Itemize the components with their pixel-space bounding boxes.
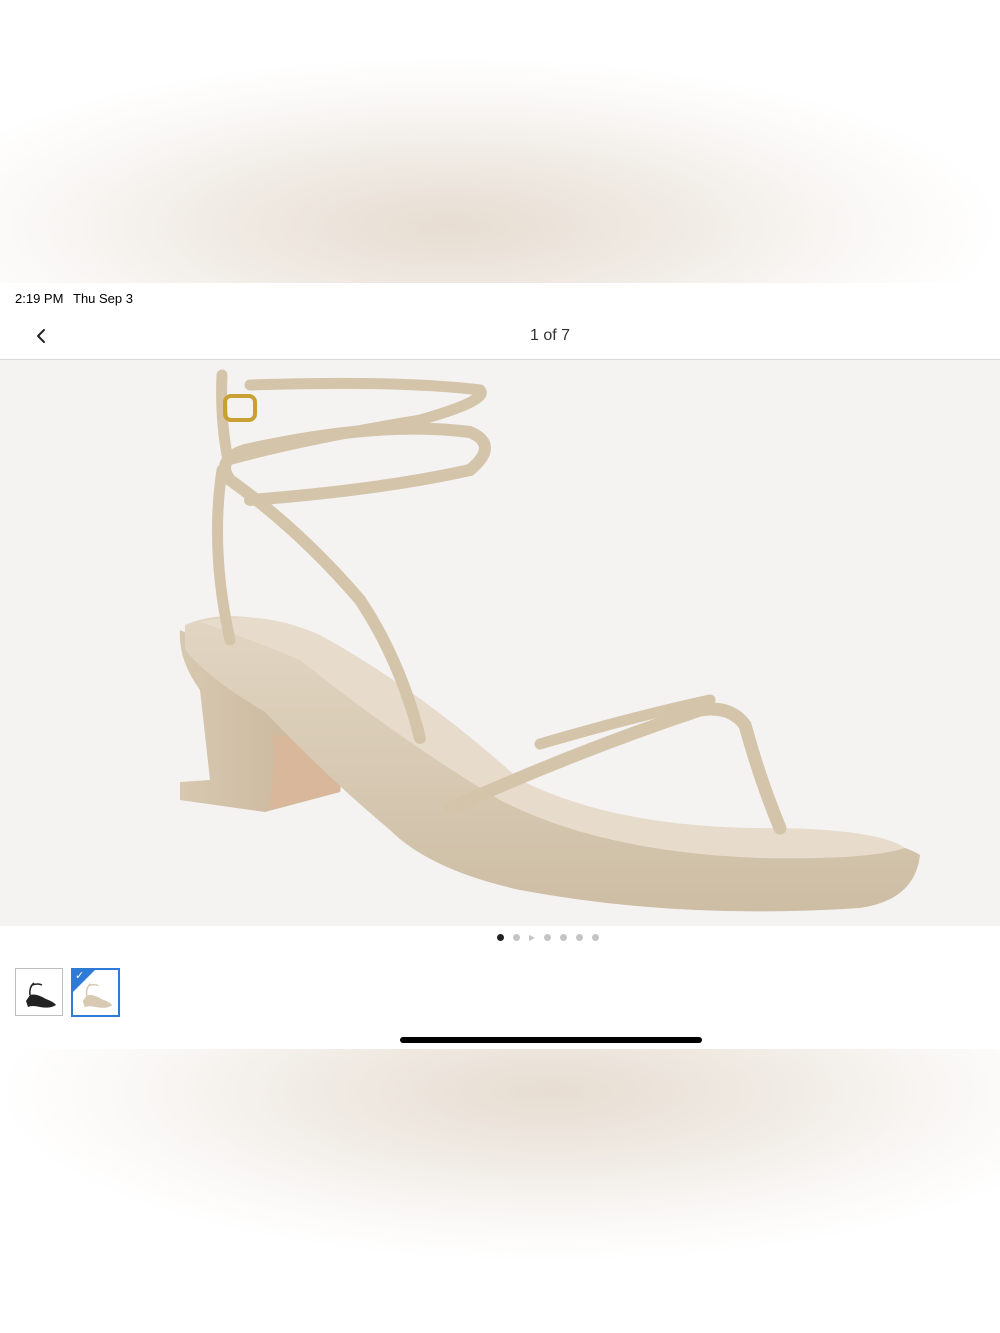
status-bar: 2:19 PM Thu Sep 3 bbox=[0, 283, 1000, 313]
pager-video-icon[interactable] bbox=[529, 934, 535, 941]
page-counter: 1 of 7 bbox=[529, 327, 571, 344]
sandal-illustration bbox=[179, 369, 920, 912]
status-date: Thu Sep 3 bbox=[73, 291, 133, 306]
pager-dot-5[interactable] bbox=[560, 934, 567, 941]
pager-dot-7[interactable] bbox=[592, 934, 599, 941]
pager-dot-1[interactable] bbox=[497, 934, 504, 941]
checkmark-icon: ✓ bbox=[75, 969, 85, 982]
pager-dot-4[interactable] bbox=[544, 934, 551, 941]
image-pager bbox=[0, 934, 1000, 946]
product-image-beige-strappy-sandal[interactable] bbox=[0, 360, 1000, 926]
pager-dot-6[interactable] bbox=[576, 934, 583, 941]
status-time: 2:19 PM bbox=[15, 291, 64, 306]
background-blur-top bbox=[0, 0, 1000, 283]
nav-bar: 1 of 7 bbox=[0, 313, 1000, 360]
thumbnail-beige-sandal[interactable]: ✓ bbox=[71, 968, 120, 1017]
home-indicator[interactable] bbox=[400, 1037, 702, 1043]
pager-dot-2[interactable] bbox=[513, 934, 520, 941]
black-sandal-thumbnail-image bbox=[26, 982, 56, 1008]
thumbnail-black-sandal[interactable] bbox=[15, 968, 63, 1016]
background-blur-bottom bbox=[0, 1049, 1000, 1333]
screen: 2:19 PM Thu Sep 3 1 of 7 ✓ bbox=[0, 283, 1000, 1049]
